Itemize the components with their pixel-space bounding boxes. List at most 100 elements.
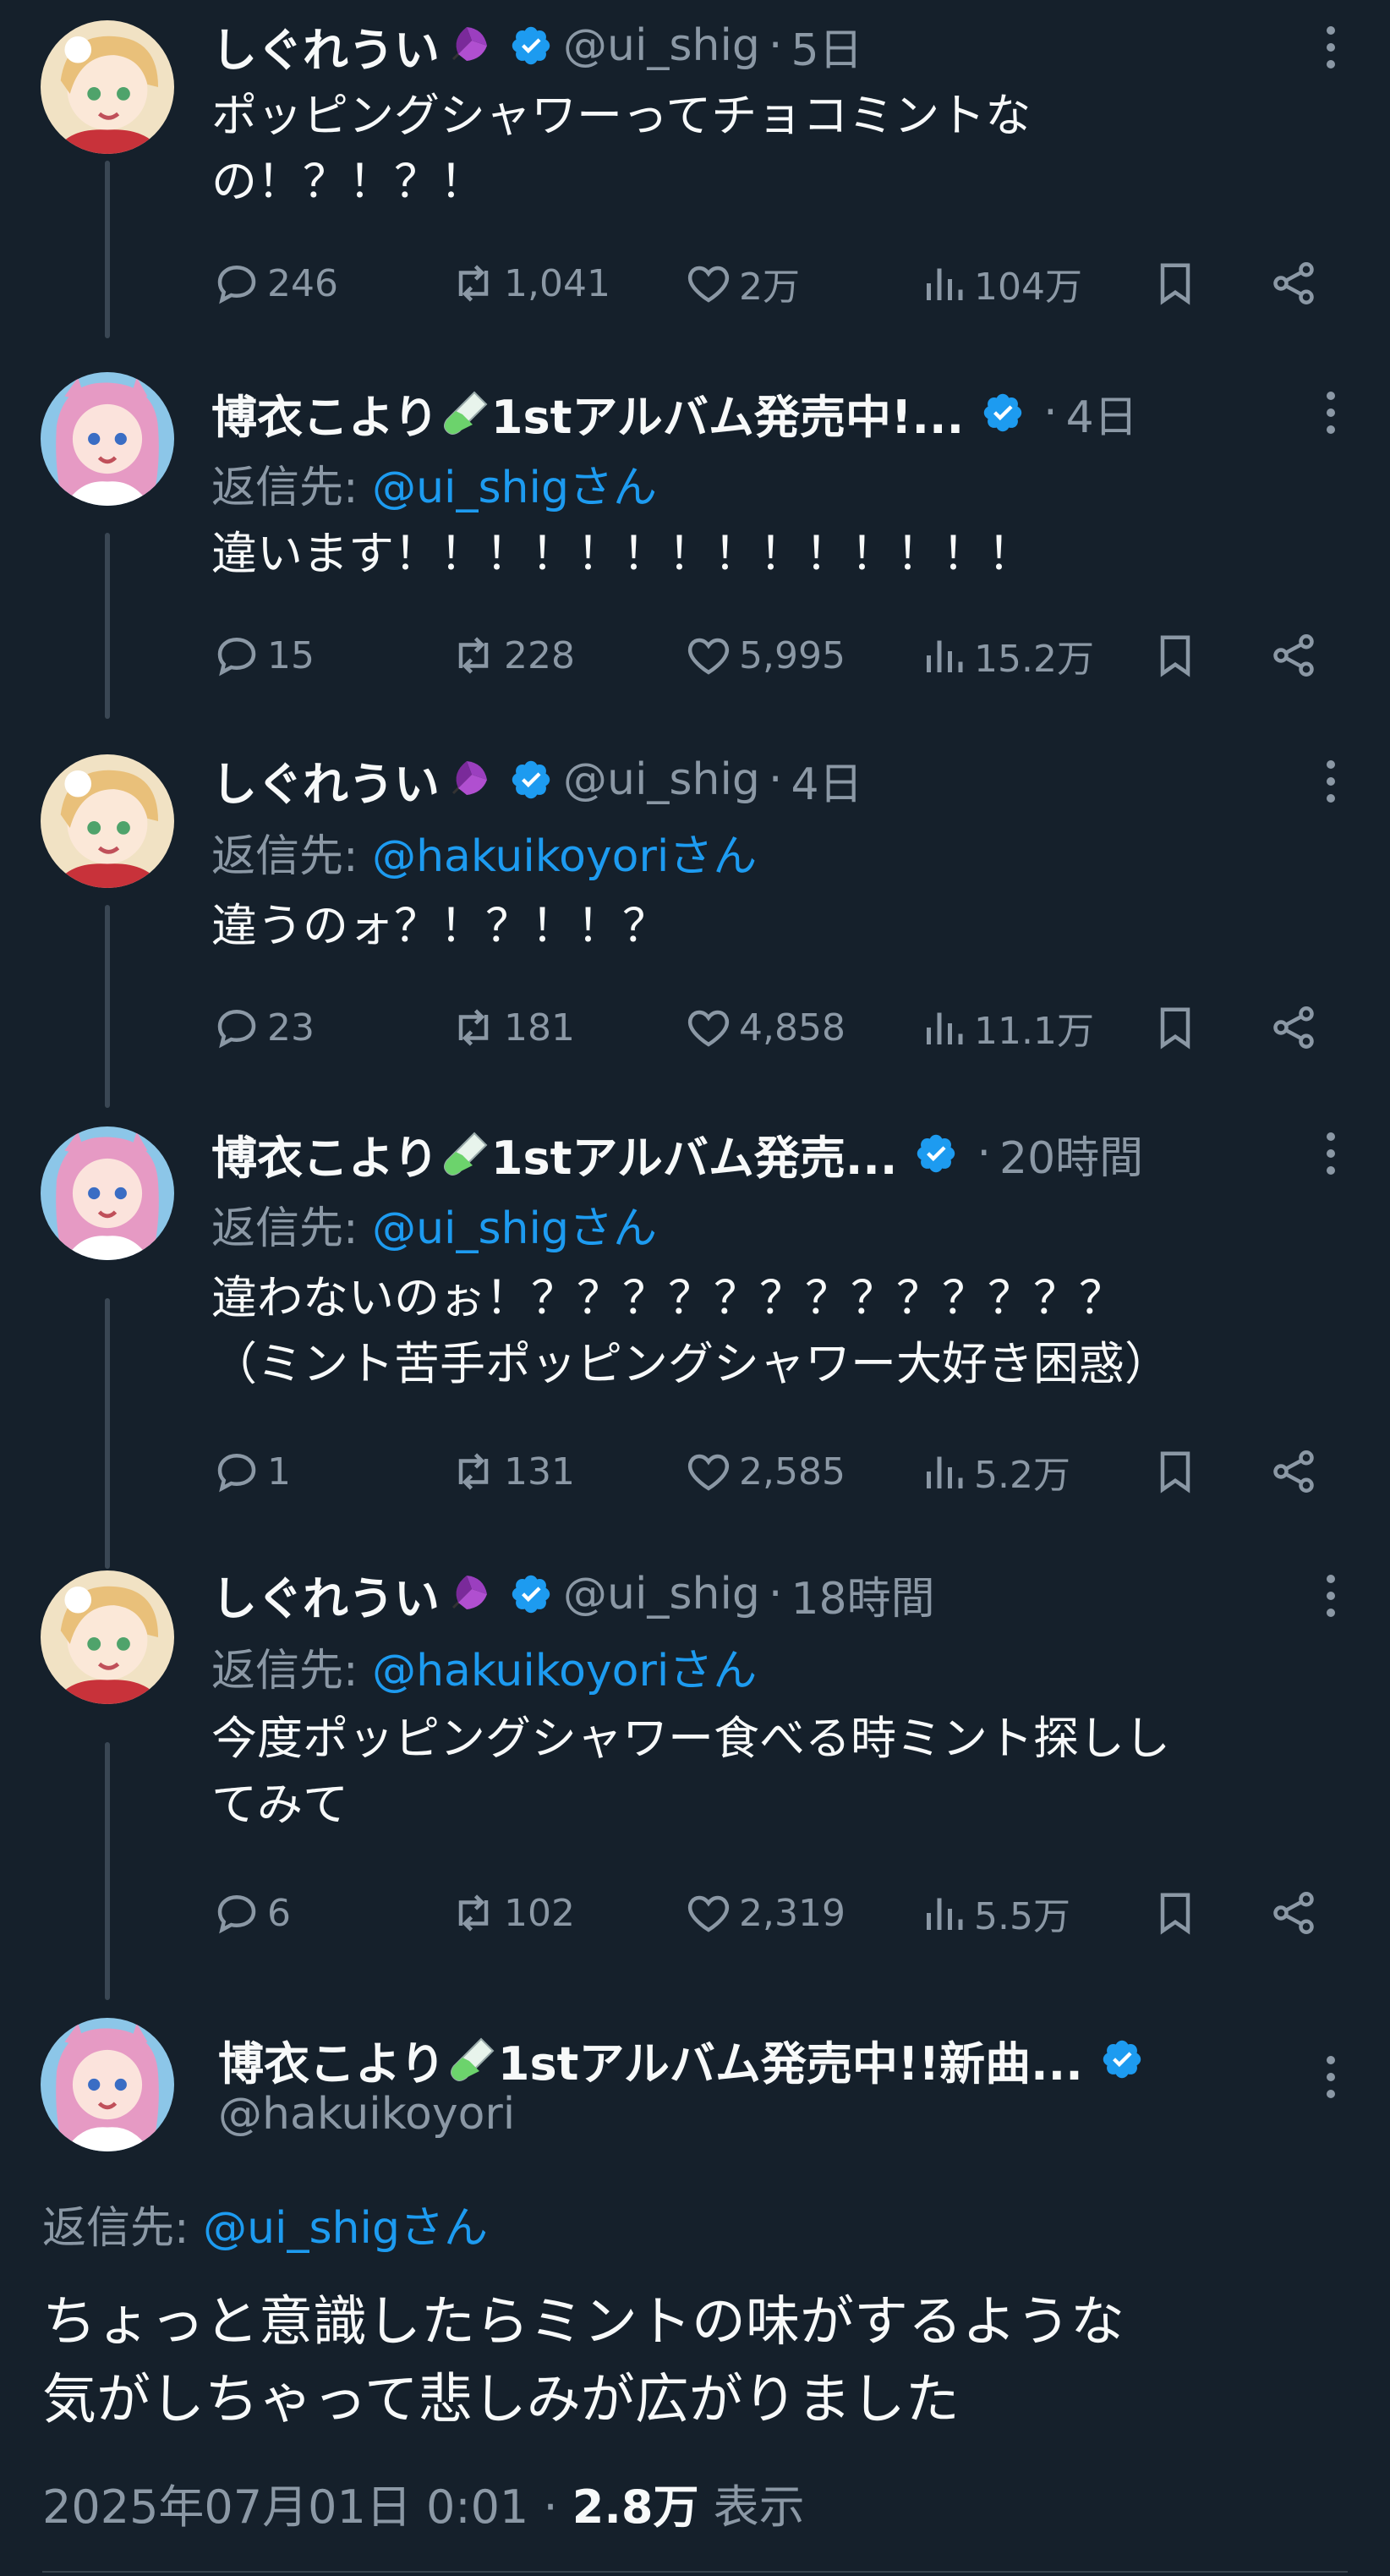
avatar-shigure-ui[interactable] xyxy=(41,20,174,154)
tweet-actions: 6 102 2,319 5.5万 xyxy=(211,1883,1339,1943)
views-count: 5.2万 xyxy=(974,1454,1070,1497)
like-count: 2,585 xyxy=(739,1450,845,1494)
like-button[interactable]: 5,995 xyxy=(683,626,845,685)
reply-to-suffix[interactable]: さん xyxy=(669,1646,757,1696)
author-name-suffix[interactable]: 1stアルバム発売... xyxy=(491,1121,898,1187)
avatar-hakui-koyori[interactable] xyxy=(41,2018,174,2151)
reply-count: 6 xyxy=(267,1891,291,1935)
views-button[interactable]: 5.5万 xyxy=(918,1883,1070,1943)
dot-separator: · xyxy=(768,754,783,805)
tweet-time[interactable]: 20時間 xyxy=(999,1122,1143,1186)
reply-to-suffix[interactable]: さん xyxy=(569,463,657,513)
tweet-header: しぐれうい @ui_shig · 4日 xyxy=(211,746,1339,814)
tweet-time[interactable]: 4日 xyxy=(1066,381,1138,445)
reply-to-mention[interactable]: @hakuikoyori xyxy=(372,831,669,882)
more-options-icon[interactable] xyxy=(1324,1130,1338,1177)
reply-to-mention[interactable]: @ui_shig xyxy=(372,1203,569,1254)
author-name[interactable]: 博衣こより xyxy=(211,380,439,447)
avatar-shigure-ui[interactable] xyxy=(41,1570,174,1704)
retweet-button[interactable]: 181 xyxy=(448,998,575,1057)
avatar-shigure-ui[interactable] xyxy=(41,754,174,888)
views-button[interactable]: 15.2万 xyxy=(918,626,1094,685)
author-handle[interactable]: @ui_shig xyxy=(563,754,760,805)
avatar-hakui-koyori[interactable] xyxy=(41,372,174,506)
retweet-button[interactable]: 131 xyxy=(448,1442,575,1501)
avatar-image xyxy=(41,1570,174,1704)
tweet-actions: 1 131 2,585 5.2万 xyxy=(211,1442,1339,1501)
reply-icon xyxy=(217,637,256,677)
more-options-icon[interactable] xyxy=(1324,2053,1338,2101)
share-button[interactable] xyxy=(1268,626,1319,685)
retweet-count: 228 xyxy=(504,633,575,677)
author-name[interactable]: 博衣こより xyxy=(218,2026,446,2093)
like-button[interactable]: 2,319 xyxy=(683,1883,845,1943)
avatar-image xyxy=(41,754,174,888)
share-button[interactable] xyxy=(1268,254,1319,313)
author-handle[interactable]: @ui_shig xyxy=(563,20,760,71)
more-options-icon[interactable] xyxy=(1324,389,1338,436)
views-button[interactable]: 5.2万 xyxy=(918,1442,1070,1501)
reply-button[interactable]: 6 xyxy=(211,1883,291,1943)
more-options-icon[interactable] xyxy=(1324,758,1338,805)
reply-button[interactable]: 246 xyxy=(211,254,338,313)
author-name-suffix[interactable]: 1stアルバム発売中!... xyxy=(491,380,964,447)
retweet-button[interactable]: 102 xyxy=(448,1883,575,1943)
reply-count: 15 xyxy=(267,633,315,677)
share-button[interactable] xyxy=(1268,1442,1319,1501)
like-count: 2万 xyxy=(739,266,800,309)
bookmark-button[interactable] xyxy=(1150,1442,1201,1501)
reply-to-suffix[interactable]: さん xyxy=(400,2203,488,2254)
reply-to-label: 返信先: xyxy=(211,1203,373,1254)
more-options-icon[interactable] xyxy=(1324,24,1338,71)
bookmark-button[interactable] xyxy=(1150,1883,1201,1943)
share-button[interactable] xyxy=(1268,1883,1319,1943)
author-name[interactable]: しぐれうい xyxy=(211,747,440,814)
author-name[interactable]: しぐれうい xyxy=(211,13,440,79)
reply-to-mention[interactable]: @ui_shig xyxy=(203,2203,400,2254)
thread-line xyxy=(105,1298,110,1569)
reply-button[interactable]: 23 xyxy=(211,998,315,1057)
views-total: 2.8万 xyxy=(572,2480,699,2534)
reply-to-mention[interactable]: @hakuikoyori xyxy=(372,1646,669,1696)
retweet-button[interactable]: 228 xyxy=(448,626,575,685)
retweet-icon xyxy=(458,637,489,674)
retweet-icon xyxy=(458,1009,489,1046)
bookmark-button[interactable] xyxy=(1150,998,1201,1057)
reply-to-suffix[interactable]: さん xyxy=(669,831,757,882)
share-icon xyxy=(1273,1450,1314,1493)
reply-button[interactable]: 1 xyxy=(211,1442,291,1501)
tweet-text: 違います！！！！！！！！！！！！！！ xyxy=(211,527,1033,580)
author-handle[interactable]: @hakuikoyori xyxy=(218,2089,515,2140)
reply-button[interactable]: 15 xyxy=(211,626,315,685)
heart-icon xyxy=(687,266,730,303)
like-button[interactable]: 4,858 xyxy=(683,998,845,1057)
umbrella-icon xyxy=(451,27,487,61)
reply-to-suffix[interactable]: さん xyxy=(569,1203,657,1254)
share-icon xyxy=(1273,1006,1314,1049)
share-button[interactable] xyxy=(1268,998,1319,1057)
author-name-suffix[interactable]: 1stアルバム発売中!!新曲... xyxy=(498,2026,1083,2093)
bookmark-button[interactable] xyxy=(1150,254,1201,313)
tweet-time[interactable]: 4日 xyxy=(791,748,862,812)
bookmark-button[interactable] xyxy=(1150,626,1201,685)
views-button[interactable]: 11.1万 xyxy=(918,998,1094,1057)
author-handle[interactable]: @ui_shig xyxy=(563,1569,760,1620)
like-button[interactable]: 2万 xyxy=(683,254,800,313)
avatar-hakui-koyori[interactable] xyxy=(41,1126,174,1260)
reply-to-mention[interactable]: @ui_shig xyxy=(372,463,569,513)
views-button[interactable]: 104万 xyxy=(918,254,1082,313)
tweet-time[interactable]: 18時間 xyxy=(791,1563,934,1626)
retweet-button[interactable]: 1,041 xyxy=(448,254,610,313)
author-name[interactable]: 博衣こより xyxy=(211,1121,439,1187)
more-options-icon[interactable] xyxy=(1324,1572,1338,1620)
reply-to-line: 返信先: @hakuikoyoriさん xyxy=(211,820,757,884)
like-count: 4,858 xyxy=(739,1006,845,1050)
main-tweet-text-line: 気がしちゃって悲しみが広がりました xyxy=(42,2369,960,2431)
verified-badge-icon xyxy=(983,393,1022,432)
main-tweet-text-line: ちょっと意識したらミントの味がするような xyxy=(42,2291,1125,2354)
reply-to-label: 返信先: xyxy=(211,831,373,882)
like-button[interactable]: 2,585 xyxy=(683,1442,845,1501)
author-name[interactable]: しぐれうい xyxy=(211,1561,440,1628)
tweet-time[interactable]: 5日 xyxy=(791,14,862,78)
tweet-datetime[interactable]: 2025年07月01日 0:01 xyxy=(42,2480,528,2534)
